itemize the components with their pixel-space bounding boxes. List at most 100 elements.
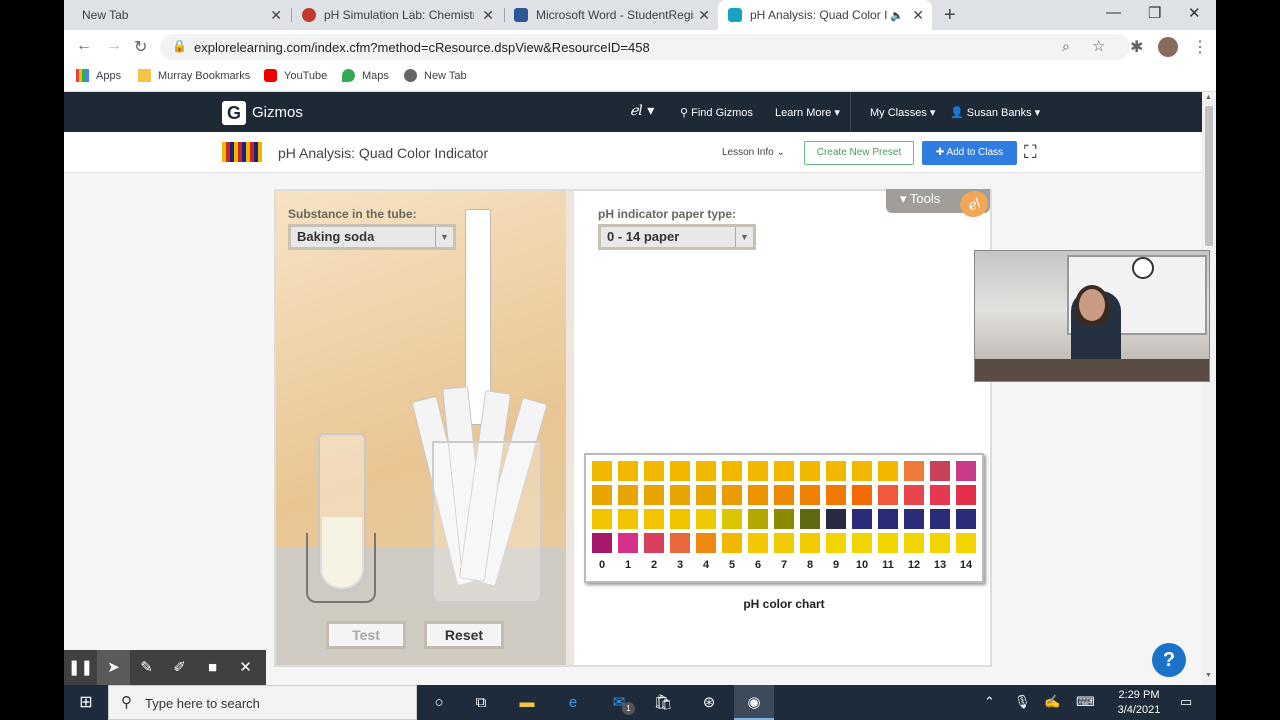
tab-microsoft-word[interactable]: Microsoft Word - StudentRegistra ✕: [504, 0, 718, 30]
chevron-down-icon: ⌄: [773, 147, 785, 158]
ph-value-label: 8: [806, 559, 814, 571]
tools-tab[interactable]: ▾ Tools ℯl: [886, 186, 992, 222]
close-icon[interactable]: ✕: [270, 7, 282, 24]
color-swatch: [826, 485, 846, 505]
browser-toolbar: ← → ↻ 🔒 explorelearning.com/index.cfm?me…: [64, 30, 1216, 64]
taskbar-clock[interactable]: 2:29 PM 3/4/2021: [1104, 688, 1174, 718]
close-icon[interactable]: ✕: [912, 7, 924, 24]
bookmark-new-tab[interactable]: New Tab: [404, 69, 467, 82]
color-swatch: [800, 461, 820, 481]
store-icon[interactable]: 🛍: [650, 690, 676, 716]
color-swatch: [904, 533, 924, 553]
plus-icon: ✚: [935, 147, 947, 158]
add-to-class-label: Add to Class: [946, 147, 1004, 158]
back-button[interactable]: ←: [76, 37, 92, 55]
close-icon[interactable]: ✕: [229, 650, 262, 686]
new-tab-button[interactable]: +: [944, 4, 956, 27]
test-tube-stand: [306, 533, 376, 603]
windows-start-icon[interactable]: ⊞: [64, 685, 108, 720]
test-button[interactable]: Test: [326, 621, 406, 649]
close-icon[interactable]: ✕: [698, 7, 710, 24]
webcam-overlay[interactable]: [974, 250, 1210, 382]
highlighter-icon[interactable]: ✐: [163, 650, 196, 686]
color-swatch: [696, 461, 716, 481]
scroll-down-arrow-icon[interactable]: ▼: [1205, 672, 1212, 679]
bookmark-label: New Tab: [424, 69, 467, 82]
zoom-icon[interactable]: ⌕: [1062, 38, 1070, 55]
color-swatch: [774, 485, 794, 505]
el-menu-icon[interactable]: ℯl ▾: [630, 103, 654, 119]
tab-new-tab[interactable]: New Tab ✕: [72, 0, 290, 30]
bookmark-apps[interactable]: Apps: [76, 69, 121, 82]
reset-button[interactable]: Reset: [424, 621, 504, 649]
apps-grid-icon: [76, 69, 89, 82]
color-swatch: [826, 533, 846, 553]
lesson-info-menu[interactable]: Lesson Info ⌄: [722, 147, 785, 158]
color-swatch: [904, 485, 924, 505]
scroll-thumb[interactable]: [1205, 106, 1213, 246]
camera-icon[interactable]: ■: [196, 650, 229, 686]
gizmos-logo-icon[interactable]: G: [222, 101, 246, 125]
ph-value-label: 11: [882, 559, 894, 571]
file-explorer-icon[interactable]: ▬: [514, 690, 540, 716]
add-to-class-button[interactable]: ✚ Add to Class: [922, 141, 1017, 165]
microphone-icon[interactable]: 🎙: [1014, 694, 1031, 710]
address-bar[interactable]: 🔒 explorelearning.com/index.cfm?method=c…: [160, 34, 1130, 60]
tray-chevron-icon[interactable]: ⌃: [984, 694, 995, 710]
find-gizmos-link[interactable]: ⚲ Find Gizmos: [680, 106, 753, 119]
windows-taskbar: ⊞ ⚲ Type here to search ○ ⧉ ▬ e ✉ 1 🛍 ⊛ …: [64, 685, 1216, 720]
forward-button[interactable]: →: [106, 37, 122, 55]
triangle-down-icon: ▾: [900, 191, 910, 206]
bookmark-murray[interactable]: Murray Bookmarks: [138, 69, 250, 82]
ph-value-label: 6: [754, 559, 762, 571]
ph-value-label: 12: [907, 559, 921, 571]
gizmos-logo-text[interactable]: Gizmos: [252, 104, 303, 121]
learn-more-menu[interactable]: Learn More ▾: [775, 106, 840, 119]
speaker-icon[interactable]: 🔈: [890, 9, 904, 22]
pen-icon[interactable]: ✎: [130, 650, 163, 686]
help-button[interactable]: ?: [1152, 643, 1186, 677]
chrome-icon[interactable]: ◉: [734, 685, 774, 720]
tab-ph-simulation-lab[interactable]: pH Simulation Lab: Chemistry - B ✕: [292, 0, 502, 30]
close-icon[interactable]: ✕: [482, 7, 494, 24]
mail-icon[interactable]: ✉ 1: [606, 690, 635, 716]
extensions-icon[interactable]: ✱: [1130, 37, 1143, 57]
my-classes-menu[interactable]: My Classes ▾: [870, 106, 935, 119]
edge-icon[interactable]: e: [560, 690, 586, 716]
bookmark-star-icon[interactable]: ☆: [1092, 37, 1105, 55]
user-menu[interactable]: 👤 Susan Banks ▾: [950, 106, 1040, 119]
create-preset-button[interactable]: Create New Preset: [804, 141, 914, 165]
search-icon: ⚲: [680, 107, 692, 119]
menu-kebab-icon[interactable]: ⋮: [1192, 37, 1208, 57]
color-swatch: [696, 509, 716, 529]
window-close-button[interactable]: ✕: [1188, 4, 1201, 22]
color-swatch: [670, 533, 690, 553]
minimize-button[interactable]: —: [1106, 4, 1121, 21]
substance-select[interactable]: Baking soda ▼: [288, 224, 456, 250]
paper-type-select[interactable]: 0 - 14 paper ▼: [598, 224, 756, 250]
bookmark-youtube[interactable]: YouTube: [264, 69, 327, 82]
keyboard-icon[interactable]: ⌨: [1076, 694, 1095, 710]
page-scrollbar[interactable]: ▲ ▼: [1202, 92, 1216, 685]
fullscreen-icon[interactable]: ⛶: [1024, 142, 1037, 163]
restore-button[interactable]: ❐: [1148, 4, 1161, 22]
task-view-icon[interactable]: ⧉: [468, 690, 494, 716]
lab-bench-area: Substance in the tube: Baking soda ▼ Tes…: [276, 191, 566, 665]
scroll-up-arrow-icon[interactable]: ▲: [1205, 94, 1212, 101]
pause-icon[interactable]: ❚❚: [64, 650, 97, 686]
tab-ph-analysis[interactable]: pH Analysis: Quad Color Indic 🔈 ✕: [718, 0, 932, 30]
taskbar-search[interactable]: ⚲ Type here to search: [108, 685, 417, 720]
color-swatch: [618, 533, 638, 553]
ph-color-chart: 0 1 2 3 4 5 6 7 8 9 10 11 12 13 14: [584, 453, 984, 583]
ph-value-label: 0: [598, 559, 606, 571]
cortana-icon[interactable]: ○: [426, 690, 452, 716]
ph-value-label: 2: [650, 559, 658, 571]
bookmark-label: Maps: [362, 69, 389, 82]
app-icon[interactable]: ⊛: [696, 690, 722, 716]
bookmark-maps[interactable]: Maps: [342, 69, 389, 82]
notifications-icon[interactable]: ▭: [1180, 694, 1192, 710]
reload-button[interactable]: ↻: [134, 37, 147, 57]
avatar[interactable]: [1158, 37, 1178, 57]
pen-tray-icon[interactable]: ✍: [1044, 694, 1060, 710]
pointer-icon[interactable]: ➤: [97, 650, 130, 686]
